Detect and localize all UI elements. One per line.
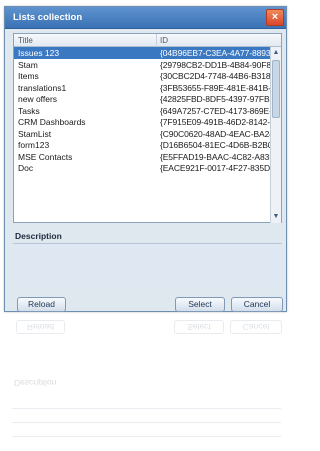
reload-button[interactable]: Reload <box>17 297 66 312</box>
close-icon: × <box>271 11 279 23</box>
table-row[interactable]: form123 {D16B6504-81EC-4D6B-B2B0 <box>14 139 271 151</box>
description-box <box>13 243 282 287</box>
cancel-button[interactable]: Cancel <box>231 297 283 312</box>
row-title: new offers <box>18 94 58 104</box>
column-separator <box>156 34 157 47</box>
dialog-reflection: Reload Select Cancel Description <box>4 318 287 451</box>
reflection-select: Select <box>174 320 224 334</box>
row-title: StamList <box>18 128 52 139</box>
row-title: form123 <box>18 140 50 150</box>
scroll-thumb[interactable] <box>272 60 280 118</box>
description-label: Description <box>15 231 62 241</box>
dialog-title: Lists collection <box>13 12 83 23</box>
row-id: {29798CB2-DD1B-4B84-90F8- <box>160 59 271 70</box>
row-id: {3FB53655-F89E-481E-841B- <box>160 82 271 93</box>
reflection-line <box>12 436 281 437</box>
lists-collection-dialog: Lists collection × Title ID Issues 123 {0… <box>4 6 287 312</box>
row-id: {42825FBD-8DF5-4397-97FB- <box>160 94 271 104</box>
row-title: Doc <box>18 163 34 173</box>
row-title: CRM Dashboards <box>18 117 86 127</box>
scroll-up-icon[interactable]: ▲ <box>271 48 281 58</box>
row-id: {C90C0620-48AD-4EAC-BA24- <box>160 128 271 139</box>
row-title: Items <box>18 71 39 81</box>
row-title: translations1 <box>18 82 67 93</box>
reflection-line <box>12 408 281 409</box>
row-id: {E5FFAD19-BAAC-4C82-A83E- <box>160 151 271 162</box>
reflection-line <box>12 422 281 423</box>
row-title: Stam <box>18 59 38 70</box>
table-row[interactable]: Doc {EACE921F-0017-4F27-835D- <box>14 162 271 174</box>
table-body: Issues 123 {04B96EB7-C3EA-4A77-8893- Stam {… <box>14 47 271 223</box>
table-row[interactable]: CRM Dashboards {7F915E09-491B-46D2-8142- <box>14 116 271 128</box>
reflection-description: Description <box>14 378 57 388</box>
table-row[interactable]: translations1 {3FB53655-F89E-481E-841B- <box>14 82 271 94</box>
table-row[interactable]: new offers {42825FBD-8DF5-4397-97FB- <box>14 93 271 105</box>
row-id: {649A7257-C7ED-4173-869E- <box>160 105 271 116</box>
row-id: {7F915E09-491B-46D2-8142- <box>160 117 270 127</box>
table-row[interactable]: MSE Contacts {E5FFAD19-BAAC-4C82-A83E- <box>14 151 271 163</box>
row-id: {04B96EB7-C3EA-4A77-8893- <box>160 48 271 58</box>
row-id: {D16B6504-81EC-4D6B-B2B0 <box>160 140 271 150</box>
table-row[interactable]: StamList {C90C0620-48AD-4EAC-BA24- <box>14 128 271 140</box>
title-bar[interactable]: Lists collection × <box>5 7 286 29</box>
row-title: MSE Contacts <box>18 151 73 162</box>
table-row[interactable]: Tasks {649A7257-C7ED-4173-869E- <box>14 105 271 117</box>
close-button[interactable]: × <box>266 9 284 26</box>
row-title: Tasks <box>18 105 40 116</box>
row-title: Issues 123 <box>18 48 60 58</box>
column-header-title[interactable]: Title <box>18 36 33 45</box>
table-row[interactable]: Issues 123 {04B96EB7-C3EA-4A77-8893- <box>14 47 271 59</box>
select-button[interactable]: Select <box>175 297 225 312</box>
table-header: Title ID <box>14 34 281 47</box>
vertical-scrollbar[interactable]: ▲ ▼ <box>270 47 281 223</box>
scroll-down-icon[interactable]: ▼ <box>271 212 281 222</box>
column-header-id[interactable]: ID <box>160 36 168 45</box>
table-row[interactable]: Items {30CBC2D4-7748-44B6-B318- <box>14 70 271 82</box>
row-id: {30CBC2D4-7748-44B6-B318- <box>160 71 271 81</box>
table-row[interactable]: Stam {29798CB2-DD1B-4B84-90F8- <box>14 59 271 71</box>
reflection-reload: Reload <box>16 320 65 334</box>
row-id: {EACE921F-0017-4F27-835D- <box>160 163 271 173</box>
lists-table[interactable]: Title ID Issues 123 {04B96EB7-C3EA-4A77-8… <box>13 33 282 223</box>
reflection-cancel: Cancel <box>230 320 282 334</box>
